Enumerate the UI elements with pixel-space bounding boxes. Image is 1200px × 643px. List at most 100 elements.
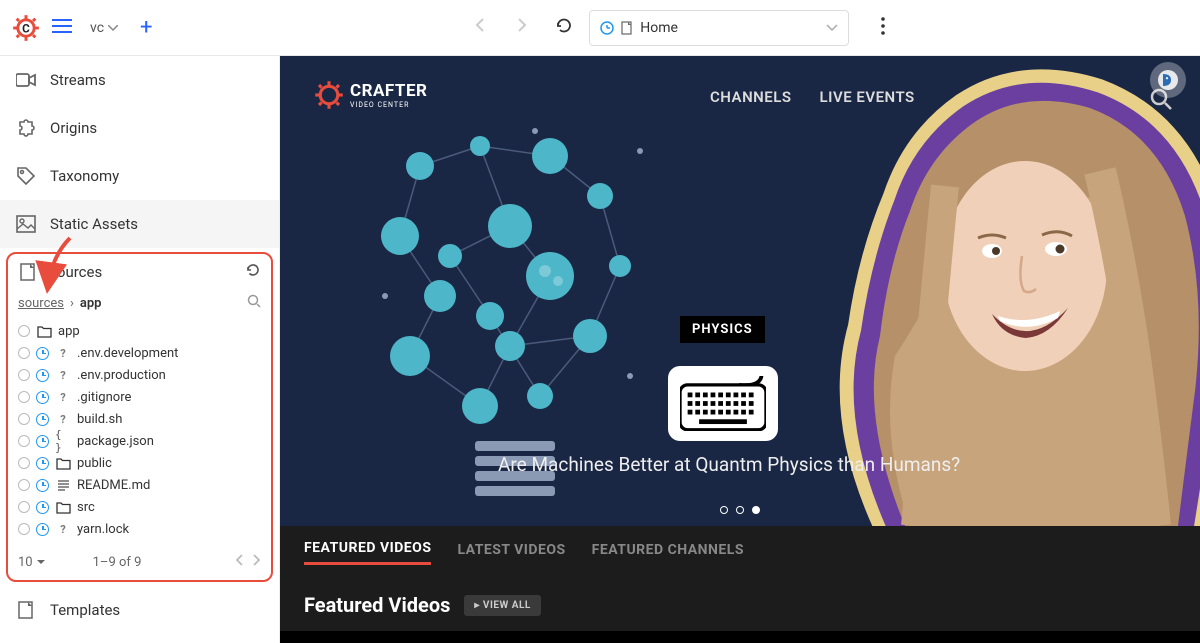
preview-nav: CHANNELS LIVE EVENTS [710,88,915,106]
select-circle[interactable] [18,523,30,535]
clock-icon [36,347,49,360]
file-type-icon: { } [55,433,71,449]
nav-link-live-events[interactable]: LIVE EVENTS [820,88,915,106]
clock-icon [36,391,49,404]
breadcrumb-root[interactable]: sources [18,296,64,311]
file-row[interactable]: ?build.sh [18,408,261,430]
file-type-icon [36,323,52,339]
chevron-right-icon: › [70,296,74,311]
site-selector-label: vc [90,20,104,36]
breadcrumb-search-icon[interactable] [247,294,261,312]
brand-sub: VIDEO CENTER [350,101,427,109]
video-icon [16,70,36,90]
file-name: package.json [77,434,154,449]
select-circle[interactable] [18,369,30,381]
file-row[interactable]: ?.env.development [18,342,261,364]
address-label: Home [640,20,678,36]
file-row[interactable]: public [18,452,261,474]
add-button[interactable]: + [132,11,160,44]
brand-name: CRAFTER [350,81,427,101]
clock-icon [36,435,49,448]
nav-forward-button[interactable] [505,8,539,47]
file-row[interactable]: README.md [18,474,261,496]
crafter-logo-icon[interactable]: C [12,14,40,42]
file-name: README.md [77,478,150,493]
file-row[interactable]: ?.env.production [18,364,261,386]
sidebar-item-origins[interactable]: Origins [0,104,279,152]
file-type-icon: ? [55,389,71,405]
hero-slide: CRAFTER VIDEO CENTER CHANNELS LIVE EVENT… [280,56,1200,526]
image-icon [16,214,36,234]
select-circle[interactable] [18,457,30,469]
address-bar[interactable]: Home [589,10,849,46]
section-header: Featured Videos ▸ VIEW ALL [280,579,1200,631]
file-name: src [77,500,95,515]
nav-link-channels[interactable]: CHANNELS [710,88,792,106]
tag-icon [16,166,36,186]
file-row[interactable]: src [18,496,261,518]
select-circle[interactable] [18,391,30,403]
select-circle[interactable] [18,435,30,447]
clock-icon [36,457,49,470]
file-name: .env.development [77,346,178,361]
file-type-icon [55,455,71,471]
sidebar-item-label: Taxonomy [50,167,119,185]
page-next-button[interactable] [253,554,261,570]
svg-text:C: C [22,21,30,35]
tab-featured-channels[interactable]: FEATURED CHANNELS [592,542,744,564]
preview-panel: CRAFTER VIDEO CENTER CHANNELS LIVE EVENT… [280,56,1200,643]
clock-icon [36,523,49,536]
chevron-down-icon [826,24,838,32]
sources-refresh-button[interactable] [245,262,261,282]
page-range: 1–9 of 9 [93,555,142,570]
file-name: app [58,324,80,339]
sidebar-item-static-assets[interactable]: Static Assets [0,200,279,248]
file-type-icon: ? [55,521,71,537]
sidebar-item-scripts[interactable]: Scripts [0,634,279,643]
pbs-badge[interactable] [1150,62,1186,98]
view-all-button[interactable]: ▸ VIEW ALL [464,595,540,616]
sources-panel: Sources sources › app app?.env.developme… [6,252,273,582]
section-title: Featured Videos [304,593,450,617]
sidebar-item-streams[interactable]: Streams [0,56,279,104]
file-type-icon: ? [55,367,71,383]
select-circle[interactable] [18,413,30,425]
site-selector[interactable]: vc [84,16,124,40]
sources-title: Sources [48,263,102,281]
select-circle[interactable] [18,347,30,359]
sidebar: Streams Origins Taxonomy Static Assets S… [0,56,280,643]
puzzle-icon [16,118,36,138]
preview-brand-logo[interactable]: CRAFTER VIDEO CENTER [314,80,427,110]
file-row[interactable]: app [18,320,261,342]
select-circle[interactable] [18,479,30,491]
page-prev-button[interactable] [235,554,243,570]
file-name: yarn.lock [77,522,129,537]
carousel-dot-active[interactable] [752,506,760,514]
page-size-selector[interactable]: 10 [18,555,45,570]
chevron-down-icon [108,25,118,31]
nav-back-button[interactable] [463,8,497,47]
file-row[interactable]: ? yarn.lock [18,518,261,540]
clock-icon [36,413,49,426]
sidebar-item-label: Origins [50,119,97,137]
tab-latest-videos[interactable]: LATEST VIDEOS [457,542,565,564]
sidebar-item-taxonomy[interactable]: Taxonomy [0,152,279,200]
lightbulb-graphic [360,96,660,496]
select-circle[interactable] [18,501,30,513]
clock-icon [36,479,49,492]
sidebar-item-label: Templates [50,601,120,619]
refresh-button[interactable] [547,9,581,47]
sidebar-item-templates[interactable]: Templates [0,586,279,634]
category-tag[interactable]: PHYSICS [680,316,765,343]
carousel-dots[interactable] [720,506,760,514]
more-options-button[interactable] [873,9,893,47]
file-row[interactable]: ?.gitignore [18,386,261,408]
carousel-dot[interactable] [720,506,728,514]
file-type-icon: ? [55,411,71,427]
main-menu-icon[interactable] [48,14,76,42]
tab-featured-videos[interactable]: FEATURED VIDEOS [304,540,431,565]
carousel-dot[interactable] [736,506,744,514]
preview-tabs: FEATURED VIDEOS LATEST VIDEOS FEATURED C… [280,526,1200,579]
select-circle[interactable] [18,325,30,337]
file-row[interactable]: { } package.json [18,430,261,452]
